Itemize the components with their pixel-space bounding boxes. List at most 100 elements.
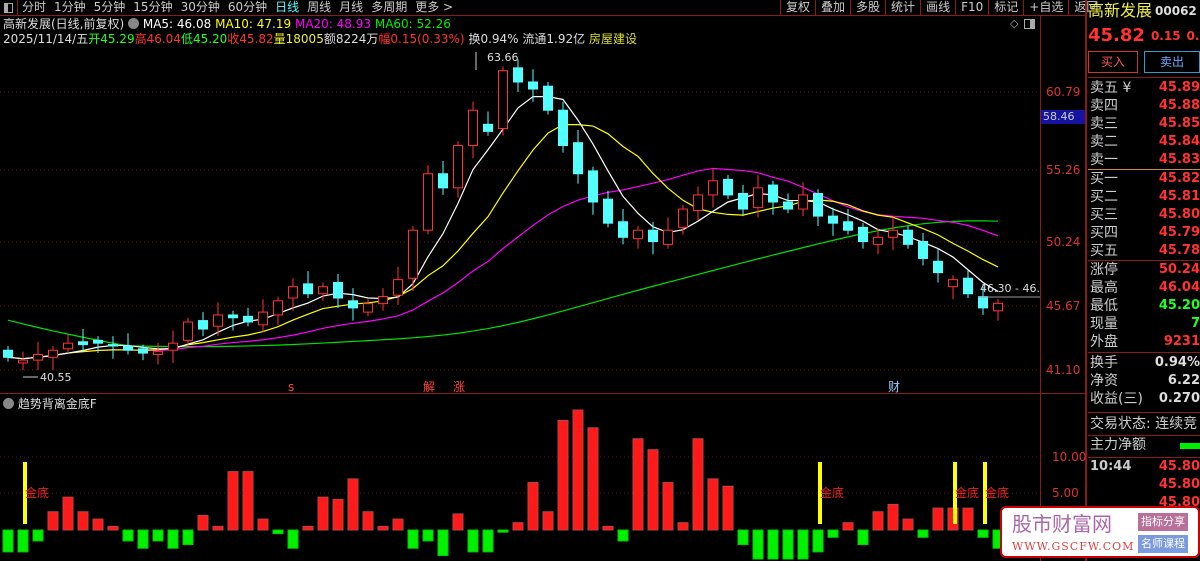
row-label: 买一	[1090, 171, 1118, 187]
watermark-tag: 指标分享	[1138, 513, 1188, 531]
indicator-bar	[362, 511, 374, 531]
watermark-logo: 股市财富网 WWW.GSCFW.COM 指标分享 名师课程	[1000, 506, 1200, 558]
row-label: 最高	[1090, 280, 1118, 296]
candle	[453, 141, 463, 198]
candle	[183, 317, 193, 345]
indicator-bar	[872, 511, 884, 531]
tick-row: 45.80	[1088, 476, 1200, 494]
indicator-bar	[632, 438, 644, 531]
indicator-bar	[347, 478, 359, 531]
ask-row: 卖四 45.88	[1088, 97, 1200, 115]
indicator-bar	[722, 485, 734, 531]
price-axis-label: 60.79	[1046, 85, 1081, 99]
min-price-label: 40.55	[40, 371, 72, 384]
bid-row: 买一 45.82	[1088, 170, 1200, 188]
row-value: 45.81	[1158, 189, 1200, 204]
indicator-bar	[512, 522, 524, 531]
candle	[708, 168, 718, 208]
row-value: 45.84	[1158, 134, 1200, 149]
stock-code: 00062	[1155, 4, 1197, 18]
indicator-bar	[437, 529, 449, 557]
divider	[0, 393, 1085, 394]
collapse-icon[interactable]	[3, 398, 14, 409]
candle-body	[858, 226, 868, 243]
candle	[273, 296, 283, 325]
indicator-bar	[17, 529, 29, 553]
candle	[438, 161, 448, 195]
row-value: 0.270	[1158, 391, 1200, 406]
indicator-axis-label: 10.00	[1052, 450, 1087, 464]
row-value: 7	[1190, 316, 1200, 331]
gold-bottom-label: 金底	[25, 485, 49, 500]
divider	[1040, 16, 1041, 561]
candle	[933, 248, 943, 283]
bid-row: 买三 45.80	[1088, 206, 1200, 224]
candle-body	[273, 300, 283, 316]
candle-body	[468, 109, 478, 147]
indicator-bar	[857, 529, 869, 546]
indicator-bar	[242, 471, 254, 531]
max-price-label: 63.66	[487, 51, 519, 64]
tick-time: 10:44	[1090, 459, 1132, 474]
candle-body	[93, 339, 103, 344]
indicator-bar	[662, 482, 674, 531]
candle	[258, 299, 268, 332]
candle-body	[933, 260, 943, 274]
indicator-bar	[737, 529, 749, 546]
candle-body	[108, 344, 118, 347]
candle-body	[978, 296, 988, 309]
candle-body	[78, 341, 88, 346]
indicator-axis-label: 5.00	[1052, 486, 1079, 500]
row-value: 6.22	[1167, 373, 1200, 388]
indicator-bar	[392, 518, 404, 531]
indicator-bar	[2, 529, 14, 553]
sell-button[interactable]: 卖出	[1144, 51, 1200, 73]
indicator-bar	[902, 518, 914, 531]
ask-row: 卖三 45.85	[1088, 115, 1200, 133]
row-label: 卖四	[1090, 98, 1118, 114]
indicator-bar	[707, 478, 719, 531]
candle	[858, 223, 868, 249]
candle-body	[573, 142, 583, 175]
indicator-title: 趋势背离金底F	[3, 397, 97, 411]
candle	[48, 345, 58, 370]
candle	[378, 288, 388, 311]
stat-row: 最低 45.20	[1088, 297, 1200, 315]
candle-body	[693, 194, 703, 211]
candle-body	[543, 85, 553, 111]
candle-body	[453, 145, 463, 189]
indicator-bar	[167, 529, 179, 549]
candle-body	[663, 229, 673, 245]
candle-body	[333, 281, 343, 299]
indicator-bar	[782, 529, 794, 560]
stat-row: 涨停 50.24	[1088, 261, 1200, 279]
candle-body	[213, 314, 223, 327]
candle-body	[918, 241, 928, 259]
candle	[648, 221, 658, 255]
candle-body	[18, 359, 28, 364]
price-change: 0.15	[1150, 29, 1181, 43]
indicator-bar	[302, 525, 314, 531]
candlestick-chart[interactable]: 63.6640.5546.30 - 46.2s解涨财金底金底金底金底	[0, 0, 1040, 561]
candle-body	[48, 349, 58, 358]
buy-button[interactable]: 买入	[1088, 51, 1138, 73]
gold-bottom-label: 金底	[820, 485, 844, 500]
price-pct: 0.3	[1186, 29, 1200, 43]
indicator-bar	[32, 529, 44, 542]
indicator-bar	[842, 522, 854, 531]
indicator-bar	[647, 449, 659, 531]
candle	[768, 180, 778, 215]
candle	[408, 225, 418, 291]
tick-price: 45.80	[1158, 459, 1200, 474]
panel-toggle-icon[interactable]	[1024, 19, 1035, 29]
candle-body	[753, 187, 763, 209]
indicator-bar	[962, 507, 974, 531]
candle-body	[948, 279, 958, 288]
candle-body	[513, 67, 523, 83]
diamond-icon[interactable]: ◇	[1010, 18, 1018, 30]
bid-row: 买四 45.79	[1088, 224, 1200, 242]
indicator-bar	[752, 529, 764, 560]
candle	[483, 111, 493, 136]
candle-body	[3, 349, 13, 358]
event-marker: 涨	[453, 379, 465, 394]
